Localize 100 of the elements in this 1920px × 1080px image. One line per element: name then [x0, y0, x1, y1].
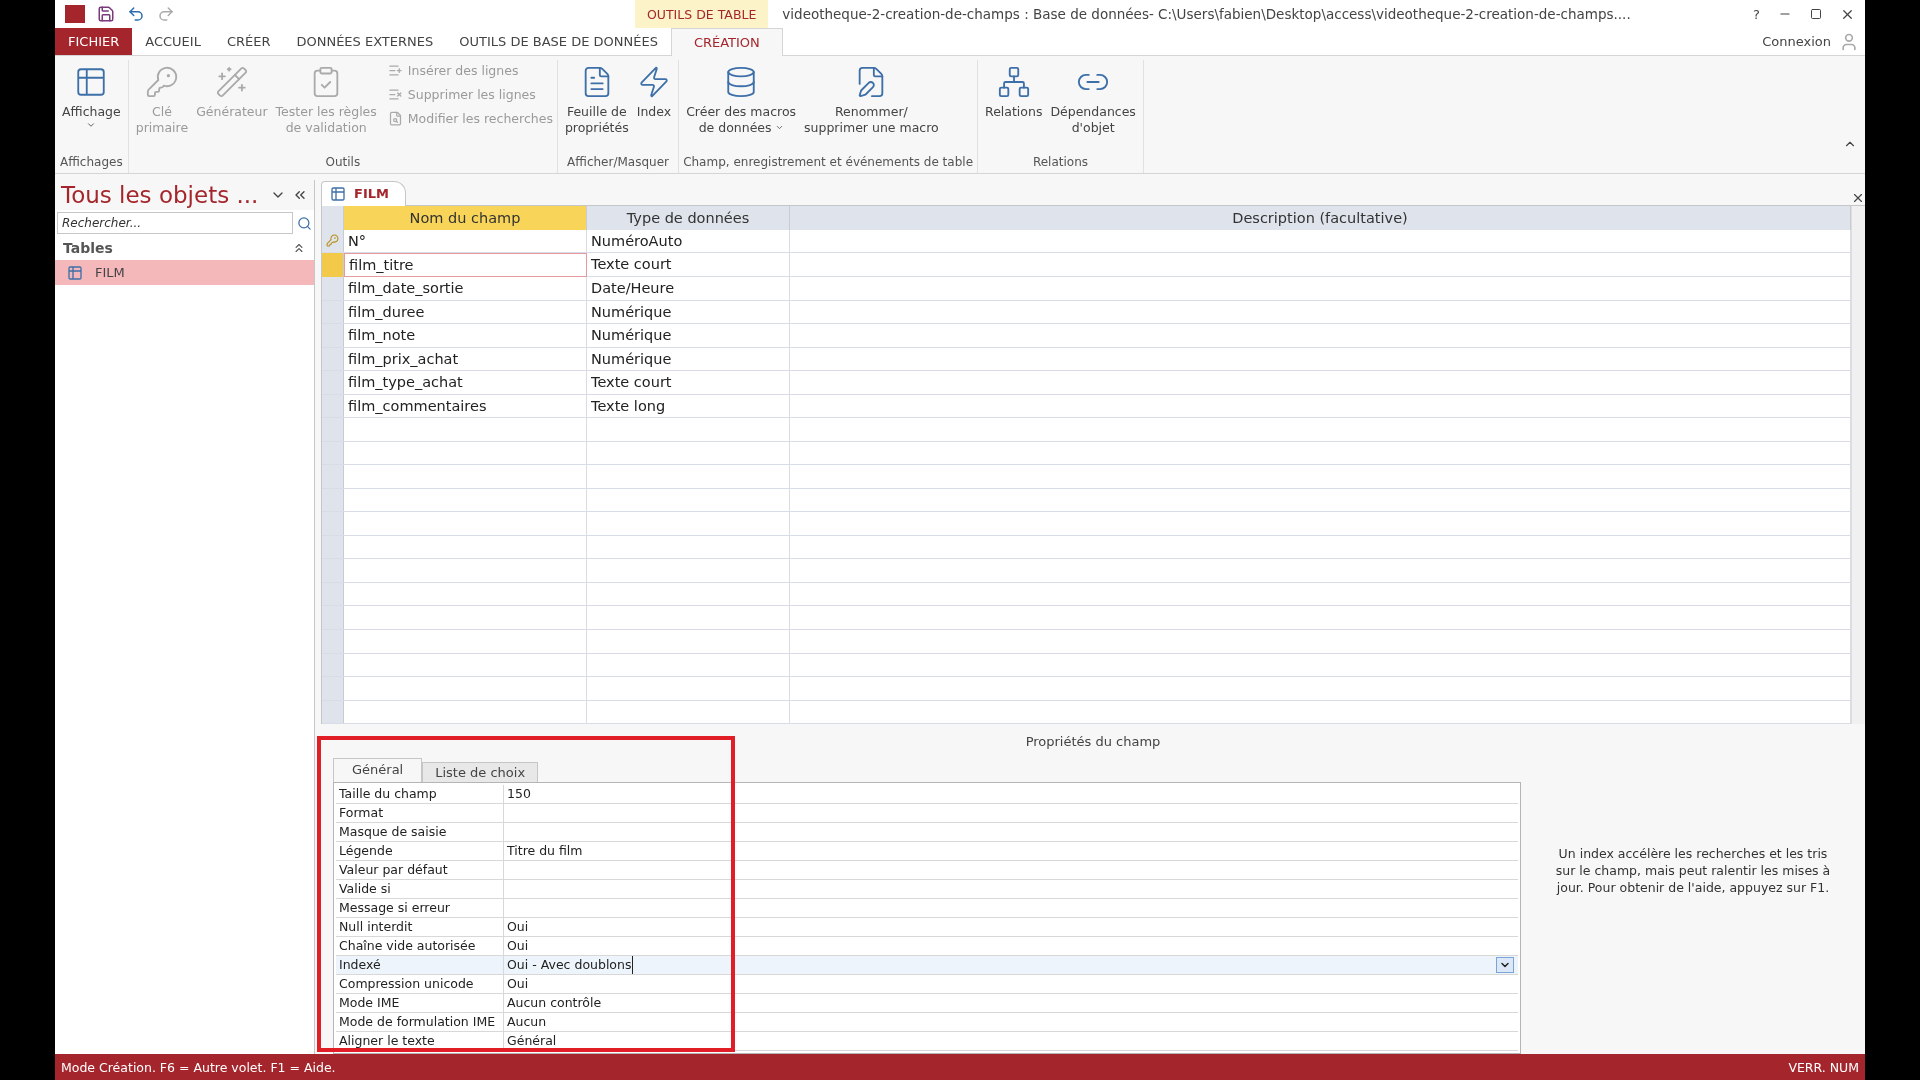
- row-selector[interactable]: [322, 535, 344, 559]
- property-value[interactable]: Aucun contrôle: [504, 994, 1496, 1012]
- save-icon: [97, 5, 115, 23]
- row-selector[interactable]: [322, 559, 344, 582]
- property-label: Taille du champ: [336, 785, 504, 803]
- row-selector[interactable]: [322, 229, 344, 253]
- ribbon-button[interactable]: Relations: [982, 60, 1046, 155]
- window-title: videotheque-2-creation-de-champs : Base de données- C:\Users\fabien\Desktop\access\videotheque-2-creation-de-champs....: [781, 6, 1632, 22]
- property-value[interactable]: Oui: [504, 975, 1496, 993]
- table-cell: NuméroAuto: [587, 229, 790, 253]
- property-value[interactable]: Aucun: [504, 1013, 1496, 1031]
- wand-icon: [214, 65, 249, 99]
- nav-group-title[interactable]: Tables: [63, 240, 113, 256]
- row-selector[interactable]: [322, 653, 344, 676]
- ribbon-button[interactable]: Dépendances d'objet: [1047, 60, 1139, 155]
- table-cell: film_prix_achat: [344, 347, 587, 371]
- property-label: Valide si: [336, 880, 504, 898]
- search-field[interactable]: Rechercher...: [57, 212, 293, 234]
- vertical-scrollbar[interactable]: [1851, 205, 1865, 724]
- property-label: Aligner le texte: [336, 1032, 504, 1050]
- table-cell: Texte court: [587, 253, 790, 278]
- search-icon: [297, 215, 312, 231]
- ribbon-group-label: Relations: [1031, 155, 1089, 171]
- ribbon-group-label: Afficher/Masquer: [566, 155, 670, 171]
- ribbon-button[interactable]: Renommer/ supprimer une macro: [801, 60, 942, 155]
- row-selector[interactable]: [322, 630, 344, 653]
- nav-item[interactable]: FILM: [55, 260, 314, 285]
- property-value[interactable]: Général: [504, 1032, 1496, 1050]
- ribbon-tab[interactable]: DONNÉES EXTERNES: [283, 28, 447, 55]
- sign-in-link[interactable]: Connexion: [1762, 34, 1831, 49]
- table-cell: Numérique: [587, 300, 790, 324]
- ribbon-group-label: Affichages: [59, 155, 124, 171]
- table-cell: film_duree: [344, 300, 587, 324]
- table-cell: Date/Heure: [587, 277, 790, 300]
- undo-icon: [127, 5, 145, 23]
- ribbon-button[interactable]: Feuille de propriétés: [561, 60, 632, 155]
- row-selector[interactable]: [322, 300, 344, 324]
- row-selector[interactable]: [322, 582, 344, 606]
- ribbon-button[interactable]: Affichage: [59, 60, 124, 155]
- status-message: Mode Création. F6 = Autre volet. F1 = Aide.: [61, 1059, 336, 1075]
- row-selector[interactable]: [322, 347, 344, 371]
- column-header: Description (facultative): [790, 205, 1851, 230]
- property-value[interactable]: Oui: [504, 937, 1496, 955]
- ribbon-tab[interactable]: OUTILS DE BASE DE DONNÉES: [446, 28, 671, 55]
- table-cell: film_type_achat: [344, 371, 587, 394]
- table-cell: Numérique: [587, 347, 790, 371]
- section-title: Propriétés du champ: [1024, 733, 1162, 751]
- property-value[interactable]: Oui: [504, 918, 1496, 936]
- property-label: Compression unicode: [336, 975, 504, 993]
- row-selector[interactable]: [322, 488, 344, 512]
- property-label: Format: [336, 804, 504, 822]
- table-cell: Numérique: [587, 324, 790, 347]
- row-selector[interactable]: [322, 606, 344, 629]
- table-cell: Texte court: [587, 371, 790, 394]
- property-label: Indexé: [336, 956, 504, 974]
- property-label: Message si erreur: [336, 899, 504, 917]
- column-header: Type de données: [587, 205, 790, 230]
- property-value[interactable]: Oui - Avec doublons: [504, 956, 634, 974]
- property-label: Valeur par défaut: [336, 861, 504, 879]
- property-label: Mode IME: [336, 994, 504, 1012]
- document-tab[interactable]: FILM: [321, 180, 406, 206]
- property-value[interactable]: 150: [504, 785, 1496, 803]
- help-button[interactable]: ?: [1753, 6, 1760, 22]
- ribbon-tab[interactable]: ACCUEIL: [132, 28, 214, 55]
- property-value[interactable]: Titre du film: [504, 842, 1496, 860]
- row-selector[interactable]: [322, 677, 344, 700]
- dropdown-button[interactable]: [1496, 957, 1514, 973]
- app-logo-icon: [65, 5, 85, 23]
- property-tab[interactable]: Général: [333, 758, 423, 782]
- property-tab[interactable]: Liste de choix: [422, 762, 539, 782]
- restore-icon[interactable]: [1810, 8, 1822, 20]
- row-selector[interactable]: [322, 441, 344, 465]
- table-cell: film_note: [344, 324, 587, 347]
- row-selector[interactable]: [322, 253, 344, 278]
- collapse-group-icon[interactable]: [292, 241, 306, 255]
- row-selector[interactable]: [322, 700, 344, 724]
- ribbon-tab[interactable]: CRÉER: [213, 28, 284, 55]
- list-plus-icon: [387, 62, 403, 78]
- row-selector[interactable]: [322, 371, 344, 394]
- row-selector[interactable]: [322, 394, 344, 418]
- table-cell: film_commentaires: [344, 394, 587, 418]
- status-indicator: VERR. NUM: [1788, 1059, 1859, 1075]
- ribbon-tab[interactable]: FICHIER: [55, 28, 133, 55]
- table-cell: film_titre: [344, 253, 587, 278]
- key-icon: [144, 65, 179, 99]
- table-cell: film_date_sortie: [344, 277, 587, 300]
- file-search-icon: [387, 110, 403, 126]
- ribbon-button[interactable]: Créer des macros de données: [683, 60, 800, 155]
- row-selector[interactable]: [322, 277, 344, 300]
- property-label: Null interdit: [336, 918, 504, 936]
- context-label: OUTILS DE TABLE: [635, 0, 769, 28]
- ribbon-button[interactable]: Index: [633, 60, 675, 155]
- ribbon-tab[interactable]: CRÉATION: [670, 28, 783, 56]
- row-selector[interactable]: [322, 324, 344, 347]
- select-all-corner[interactable]: [322, 205, 344, 230]
- ribbon-group-label: Outils: [324, 155, 362, 171]
- row-selector[interactable]: [322, 465, 344, 488]
- row-selector[interactable]: [322, 418, 344, 441]
- redo-icon: [157, 5, 175, 23]
- row-selector[interactable]: [322, 512, 344, 535]
